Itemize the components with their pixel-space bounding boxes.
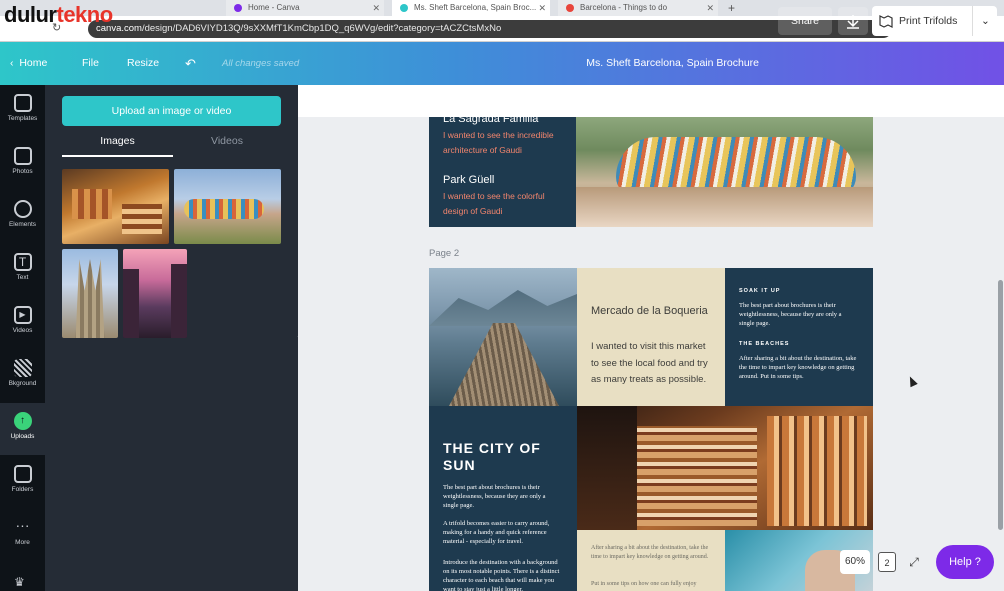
sidebar-item-text[interactable]: T Text bbox=[0, 244, 45, 296]
close-tab-icon[interactable]: ✕ bbox=[372, 0, 380, 16]
panel-attractions[interactable]: La Sagrada Familia I wanted to see the i… bbox=[429, 117, 576, 227]
text-park-guell[interactable]: I wanted to see the colorful design of G… bbox=[443, 189, 568, 219]
url-field[interactable]: canva.com/design/DAD6VIYD13Q/9sXXMfT1KmC… bbox=[88, 20, 892, 38]
more-dots-icon: ··· bbox=[15, 517, 30, 533]
canvas-top-area bbox=[298, 85, 1004, 117]
canva-favicon-icon bbox=[234, 4, 242, 12]
text-city-3[interactable]: Introduce the destination with a backgro… bbox=[443, 558, 561, 591]
crown-icon[interactable]: ♛ bbox=[14, 575, 30, 591]
image-pier[interactable] bbox=[429, 268, 577, 406]
panel-soak-it-up[interactable]: SOAK IT UP The best part about brochures… bbox=[725, 268, 873, 406]
upload-cloud-icon: ↑ bbox=[13, 412, 32, 430]
templates-icon bbox=[13, 94, 32, 112]
panel-getting-around[interactable]: After sharing a bit about the destinatio… bbox=[577, 530, 725, 591]
tab-videos[interactable]: Videos bbox=[173, 135, 281, 157]
close-tab-icon[interactable]: ✕ bbox=[706, 0, 714, 16]
text-getting-around-1[interactable]: After sharing a bit about the destinatio… bbox=[591, 544, 711, 562]
chevron-left-icon: ‹ bbox=[10, 57, 14, 69]
browser-tab-barcelona[interactable]: Barcelona - Things to do ✕ bbox=[558, 0, 718, 16]
download-icon bbox=[847, 15, 859, 29]
canva-favicon-icon bbox=[400, 4, 408, 12]
uploads-panel: Upload an image or video Images Videos bbox=[45, 85, 298, 591]
uploaded-image-market[interactable] bbox=[62, 169, 169, 244]
print-trifolds-button[interactable]: Print Trifolds ⌄ bbox=[872, 6, 997, 36]
text-getting-around-2[interactable]: Put in some tips on how one can fully en… bbox=[591, 580, 711, 589]
text-beaches[interactable]: After sharing a bit about the destinatio… bbox=[739, 354, 857, 381]
page-2[interactable]: Mercado de la Boqueria I wanted to visit… bbox=[429, 268, 873, 591]
close-tab-icon[interactable]: ✕ bbox=[538, 0, 546, 16]
resize-button[interactable]: Resize bbox=[127, 42, 159, 85]
image-park-guell[interactable] bbox=[576, 117, 873, 227]
download-button[interactable] bbox=[838, 7, 868, 35]
sidebar-item-elements[interactable]: Elements bbox=[0, 191, 45, 243]
uploaded-image-sagrada-familia[interactable] bbox=[62, 249, 118, 338]
page-2-label: Page 2 bbox=[429, 248, 460, 259]
canvas-workspace: La Sagrada Familia I wanted to see the i… bbox=[298, 85, 1004, 591]
undo-icon[interactable]: ↶ bbox=[185, 42, 196, 85]
upload-button[interactable]: Upload an image or video bbox=[62, 96, 281, 126]
editor-header: ‹ Home File Resize ↶ All changes saved M… bbox=[0, 42, 1004, 85]
sidebar-item-videos[interactable]: ▶ Videos bbox=[0, 297, 45, 349]
panel-city-of-sun[interactable]: THE CITY OF SUN The best part about broc… bbox=[429, 406, 577, 591]
elements-icon bbox=[13, 200, 32, 218]
text-city-2[interactable]: A trifold becomes easier to carry around… bbox=[443, 519, 561, 546]
sidebar-item-folders[interactable]: Folders bbox=[0, 456, 45, 508]
zoom-level[interactable]: 60% bbox=[840, 550, 870, 574]
image-market-stalls[interactable] bbox=[577, 406, 873, 530]
uploaded-image-street-sunset[interactable] bbox=[123, 249, 187, 338]
site-favicon-icon bbox=[566, 4, 574, 12]
page-count-button[interactable]: 2 bbox=[878, 552, 896, 572]
trifold-icon bbox=[879, 15, 893, 28]
tab-label: Home - Canva bbox=[248, 3, 300, 12]
sidebar-item-more[interactable]: ··· More bbox=[0, 509, 45, 561]
tab-label: Barcelona - Things to do bbox=[580, 3, 668, 12]
watermark-logo: dulurtekno bbox=[4, 2, 113, 27]
background-icon bbox=[13, 359, 32, 377]
left-sidebar: Templates Photos Elements T Text ▶ Videos … bbox=[0, 85, 45, 591]
text-sagrada[interactable]: I wanted to see the incredible architect… bbox=[443, 128, 568, 158]
tab-label: Ms. Sheft Barcelona, Spain Broc... bbox=[414, 3, 537, 12]
url-path: /design/DAD6VIYD13Q/9sXXMfT1KmCbp1DQ_q6W… bbox=[141, 23, 502, 34]
fullscreen-expand-icon[interactable]: ⤢ bbox=[904, 552, 924, 572]
file-menu-button[interactable]: File bbox=[82, 42, 99, 85]
chevron-down-icon[interactable]: ⌄ bbox=[981, 6, 990, 36]
heading-soak-it-up[interactable]: SOAK IT UP bbox=[739, 288, 780, 294]
heading-mercado[interactable]: Mercado de la Boqueria bbox=[591, 302, 711, 321]
uploaded-image-park-guell[interactable] bbox=[174, 169, 281, 244]
text-icon: T bbox=[13, 253, 32, 271]
video-play-icon: ▶ bbox=[13, 306, 32, 324]
browser-tab-brochure[interactable]: Ms. Sheft Barcelona, Spain Broc... ✕ bbox=[392, 0, 550, 16]
tab-images[interactable]: Images bbox=[62, 135, 173, 157]
new-tab-icon[interactable]: + bbox=[728, 1, 735, 15]
text-soak-it-up[interactable]: The best part about brochures is their w… bbox=[739, 301, 857, 328]
sidebar-item-uploads[interactable]: ↑ Uploads bbox=[0, 403, 45, 455]
save-status: All changes saved bbox=[222, 58, 300, 69]
sidebar-item-background[interactable]: Bkground bbox=[0, 350, 45, 402]
heading-park-guell[interactable]: Park Güell bbox=[443, 174, 494, 186]
browser-tab-home[interactable]: Home - Canva ✕ bbox=[226, 0, 384, 16]
sidebar-item-templates[interactable]: Templates bbox=[0, 85, 45, 137]
share-button[interactable]: Share bbox=[778, 7, 832, 35]
heading-sagrada[interactable]: La Sagrada Familia bbox=[443, 117, 538, 125]
help-button[interactable]: Help ? bbox=[936, 545, 994, 579]
sidebar-item-photos[interactable]: Photos bbox=[0, 138, 45, 190]
vertical-scrollbar[interactable] bbox=[998, 280, 1003, 530]
document-title[interactable]: Ms. Sheft Barcelona, Spain Brochure bbox=[586, 42, 759, 85]
text-city-1[interactable]: The best part about brochures is their w… bbox=[443, 483, 561, 510]
photos-icon bbox=[13, 147, 32, 165]
heading-city-of-sun[interactable]: THE CITY OF SUN bbox=[443, 440, 543, 474]
panel-mercado[interactable]: Mercado de la Boqueria I wanted to visit… bbox=[577, 268, 725, 406]
text-mercado[interactable]: I wanted to visit this market to see the… bbox=[591, 339, 716, 389]
page-1[interactable]: La Sagrada Familia I wanted to see the i… bbox=[429, 117, 873, 227]
home-button[interactable]: ‹ Home bbox=[10, 42, 47, 85]
heading-beaches[interactable]: THE BEACHES bbox=[739, 341, 789, 347]
folder-icon bbox=[13, 465, 32, 483]
